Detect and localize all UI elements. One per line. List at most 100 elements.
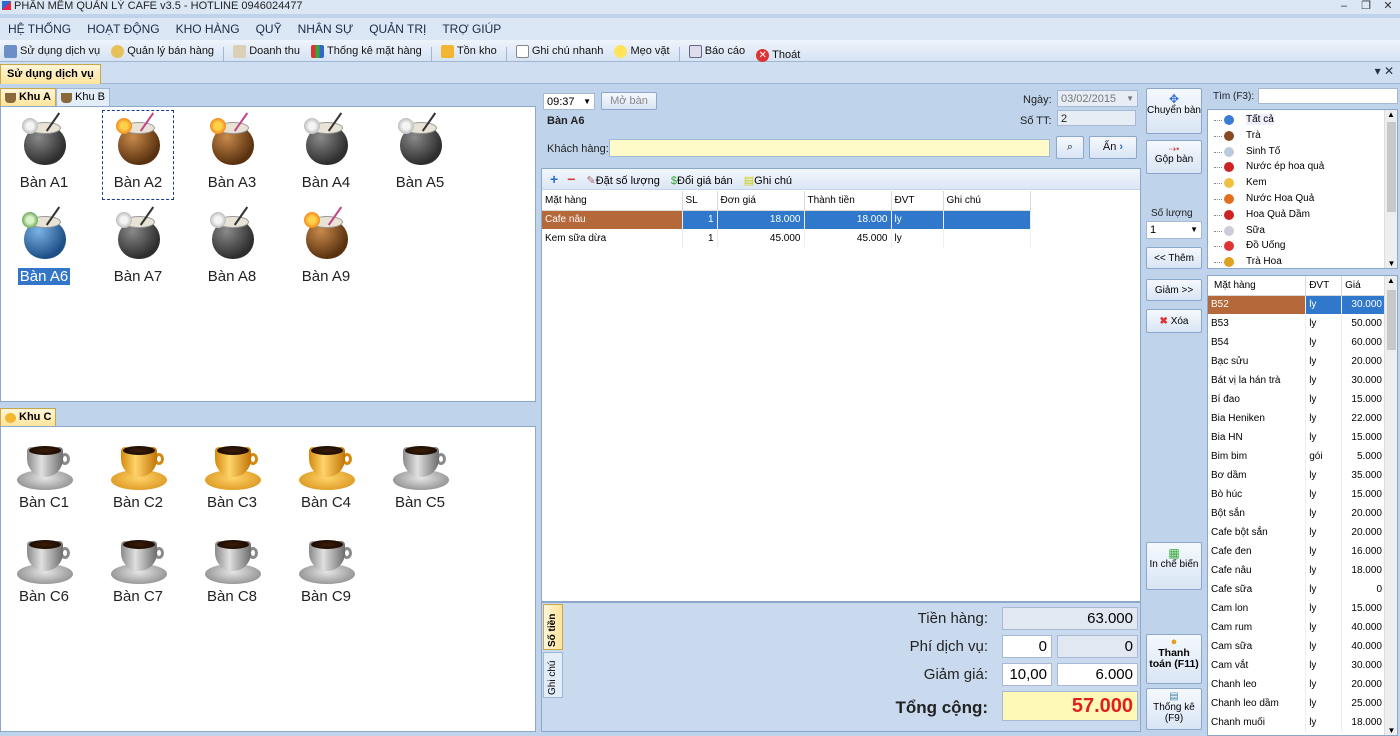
product-row[interactable]: Bim bim gói 5.000 bbox=[1208, 447, 1386, 466]
category-item[interactable]: Tất cả bbox=[1208, 112, 1397, 128]
product-row[interactable]: Chanh muối ly 18.000 bbox=[1208, 713, 1386, 732]
menu-hoat-dong[interactable]: HOẠT ĐỘNG bbox=[79, 18, 167, 40]
category-item[interactable]: Đồ Uống bbox=[1208, 238, 1397, 254]
toolbar-bao-cao[interactable]: Báo cáo bbox=[685, 40, 749, 62]
table-tile[interactable]: Bàn C1 bbox=[9, 431, 79, 519]
product-row[interactable]: Bột sắn ly 20.000 bbox=[1208, 504, 1386, 523]
remove-item-icon[interactable]: − bbox=[567, 171, 575, 187]
menu-quan-tri[interactable]: QUẢN TRỊ bbox=[361, 18, 434, 40]
toolbar-doanh-thu[interactable]: Doanh thu bbox=[229, 40, 304, 62]
menu-he-thong[interactable]: HỆ THỐNG bbox=[0, 18, 79, 40]
tab-ghi-chu[interactable]: Ghi chú bbox=[543, 652, 563, 698]
table-tile[interactable]: Bàn A8 bbox=[197, 205, 267, 293]
category-item[interactable]: Trà Hoa bbox=[1208, 254, 1397, 268]
tab-so-tien[interactable]: Số tiền bbox=[543, 604, 563, 650]
tab-khu-b[interactable]: Khu B bbox=[55, 88, 110, 106]
search-input[interactable] bbox=[1258, 88, 1398, 104]
category-item[interactable]: Nước Hoa Quả bbox=[1208, 191, 1397, 207]
product-row[interactable]: Chanh leo ly 20.000 bbox=[1208, 675, 1386, 694]
note-button[interactable]: ▤Ghi chú bbox=[744, 175, 792, 187]
category-item[interactable]: Nước ép hoa quả bbox=[1208, 159, 1397, 175]
order-row[interactable]: Cafe nâu 1 18.000 18.000 ly bbox=[542, 210, 1031, 229]
product-row[interactable]: Bơ dầm ly 35.000 bbox=[1208, 466, 1386, 485]
set-quantity-button[interactable]: ✎Đặt số lượng bbox=[587, 175, 660, 187]
product-row[interactable]: B52 ly 30.000 bbox=[1208, 295, 1386, 314]
table-tile[interactable]: Bàn C5 bbox=[385, 431, 455, 519]
table-tile[interactable]: Bàn C2 bbox=[103, 431, 173, 519]
table-tile[interactable]: Bàn C8 bbox=[197, 525, 267, 613]
date-field[interactable]: 03/02/2015 ▼ bbox=[1057, 90, 1138, 107]
product-row[interactable]: Bát vị la hán trà ly 30.000 bbox=[1208, 371, 1386, 390]
hide-button[interactable]: Ẩn › bbox=[1089, 136, 1137, 159]
table-tile[interactable]: Bàn A3 bbox=[197, 111, 267, 199]
table-tile[interactable]: Bàn A7 bbox=[103, 205, 173, 293]
product-row[interactable]: B53 ly 50.000 bbox=[1208, 314, 1386, 333]
table-tile[interactable]: Bàn A9 bbox=[291, 205, 361, 293]
product-row[interactable]: Cafe bột sắn ly 20.000 bbox=[1208, 523, 1386, 542]
product-row[interactable]: Cafe nâu ly 18.000 bbox=[1208, 561, 1386, 580]
minimize-button[interactable]: – bbox=[1334, 0, 1354, 14]
product-row[interactable]: Chanh leo dầm ly 25.000 bbox=[1208, 694, 1386, 713]
category-item[interactable]: Kem bbox=[1208, 175, 1397, 191]
product-row[interactable]: Cam lon ly 15.000 bbox=[1208, 599, 1386, 618]
table-tile[interactable]: Bàn C4 bbox=[291, 431, 361, 519]
toolbar-su-dung-dich-vu[interactable]: Sử dụng dịch vụ bbox=[0, 40, 104, 62]
toolbar-meo-vat[interactable]: Mẹo vặt bbox=[610, 40, 673, 62]
delete-button[interactable]: ✖ Xóa bbox=[1146, 309, 1202, 333]
tab-khu-c[interactable]: Khu C bbox=[0, 408, 57, 426]
open-table-button[interactable]: Mở bàn bbox=[601, 92, 657, 110]
product-row[interactable]: Cam rum ly 40.000 bbox=[1208, 618, 1386, 637]
order-row[interactable]: Kem sữa dừa 1 45.000 45.000 ly bbox=[542, 229, 1031, 248]
product-row[interactable]: Bạc sửu ly 20.000 bbox=[1208, 352, 1386, 371]
table-tile[interactable]: Bàn A6 bbox=[9, 205, 79, 293]
customer-input[interactable] bbox=[609, 139, 1050, 157]
table-tile[interactable]: Bàn A4 bbox=[291, 111, 361, 199]
product-row[interactable]: Cam sữa ly 40.000 bbox=[1208, 637, 1386, 656]
category-item[interactable]: Hoa Quả Dầm bbox=[1208, 207, 1397, 223]
quantity-select[interactable]: 1 ▼ bbox=[1146, 221, 1202, 239]
toolbar-quan-ly-ban-hang[interactable]: Quản lý bán hàng bbox=[107, 40, 218, 62]
transfer-table-button[interactable]: ✥ Chuyển bàn bbox=[1146, 88, 1202, 134]
table-tile[interactable]: Bàn C6 bbox=[9, 525, 79, 613]
change-price-button[interactable]: $Đổi giá bán bbox=[671, 175, 733, 187]
category-item[interactable]: Sữa bbox=[1208, 223, 1397, 239]
product-row[interactable]: Cafe đen ly 16.000 bbox=[1208, 542, 1386, 561]
close-tab-icon[interactable]: ✕ bbox=[1384, 64, 1394, 78]
product-row[interactable]: Bí đao ly 15.000 bbox=[1208, 390, 1386, 409]
close-window-button[interactable]: ✕ bbox=[1378, 0, 1398, 14]
table-tile[interactable]: Bàn A1 bbox=[9, 111, 79, 199]
product-row[interactable]: Bò húc ly 15.000 bbox=[1208, 485, 1386, 504]
time-field[interactable]: 09:37 ▼ bbox=[543, 93, 595, 110]
print-kitchen-button[interactable]: ▦ In chế biến bbox=[1146, 542, 1202, 590]
table-tile[interactable]: Bàn C7 bbox=[103, 525, 173, 613]
category-scrollbar[interactable]: ▲ ▼ bbox=[1384, 110, 1397, 268]
toolbar-ghi-chu-nhanh[interactable]: Ghi chú nhanh bbox=[512, 40, 608, 62]
reduce-button[interactable]: Giảm >> bbox=[1146, 279, 1202, 301]
product-scrollbar[interactable]: ▲ ▼ bbox=[1384, 276, 1397, 735]
add-button[interactable]: << Thêm bbox=[1146, 247, 1202, 269]
product-row[interactable]: B54 ly 60.000 bbox=[1208, 333, 1386, 352]
menu-nhan-su[interactable]: NHÂN SỰ bbox=[290, 18, 362, 40]
service-fee-percent[interactable]: 0 bbox=[1002, 635, 1052, 658]
toolbar-thong-ke-mat-hang[interactable]: Thống kê mặt hàng bbox=[307, 40, 426, 62]
doc-tab-su-dung-dich-vu[interactable]: Sử dụng dịch vụ bbox=[0, 64, 101, 84]
toolbar-ton-kho[interactable]: Tồn kho bbox=[437, 40, 501, 62]
table-tile[interactable]: Bàn A5 bbox=[385, 111, 455, 199]
category-item[interactable]: Sinh Tố bbox=[1208, 144, 1397, 160]
tab-khu-a[interactable]: Khu A bbox=[0, 88, 56, 106]
discount-amount[interactable]: 6.000 bbox=[1057, 663, 1138, 686]
product-row[interactable]: Bia Heniken ly 22.000 bbox=[1208, 409, 1386, 428]
category-item[interactable]: Trà bbox=[1208, 128, 1397, 144]
table-tile[interactable]: Bàn A2 bbox=[102, 110, 174, 200]
product-row[interactable]: Bia HN ly 15.000 bbox=[1208, 428, 1386, 447]
merge-table-button[interactable]: ⇢• Gộp bàn bbox=[1146, 140, 1202, 174]
restore-button[interactable]: ❐ bbox=[1356, 0, 1376, 14]
menu-kho-hang[interactable]: KHO HÀNG bbox=[168, 18, 248, 40]
search-customer-button[interactable]: ⌕ bbox=[1056, 136, 1084, 159]
product-row[interactable]: Cam vắt ly 30.000 bbox=[1208, 656, 1386, 675]
pay-button[interactable]: ● Thanh toán (F11) bbox=[1146, 634, 1202, 684]
add-item-icon[interactable]: + bbox=[550, 171, 558, 187]
table-tile[interactable]: Bàn C9 bbox=[291, 525, 361, 613]
menu-quy[interactable]: QUỸ bbox=[248, 18, 290, 40]
discount-percent[interactable]: 10,00 bbox=[1002, 663, 1052, 686]
